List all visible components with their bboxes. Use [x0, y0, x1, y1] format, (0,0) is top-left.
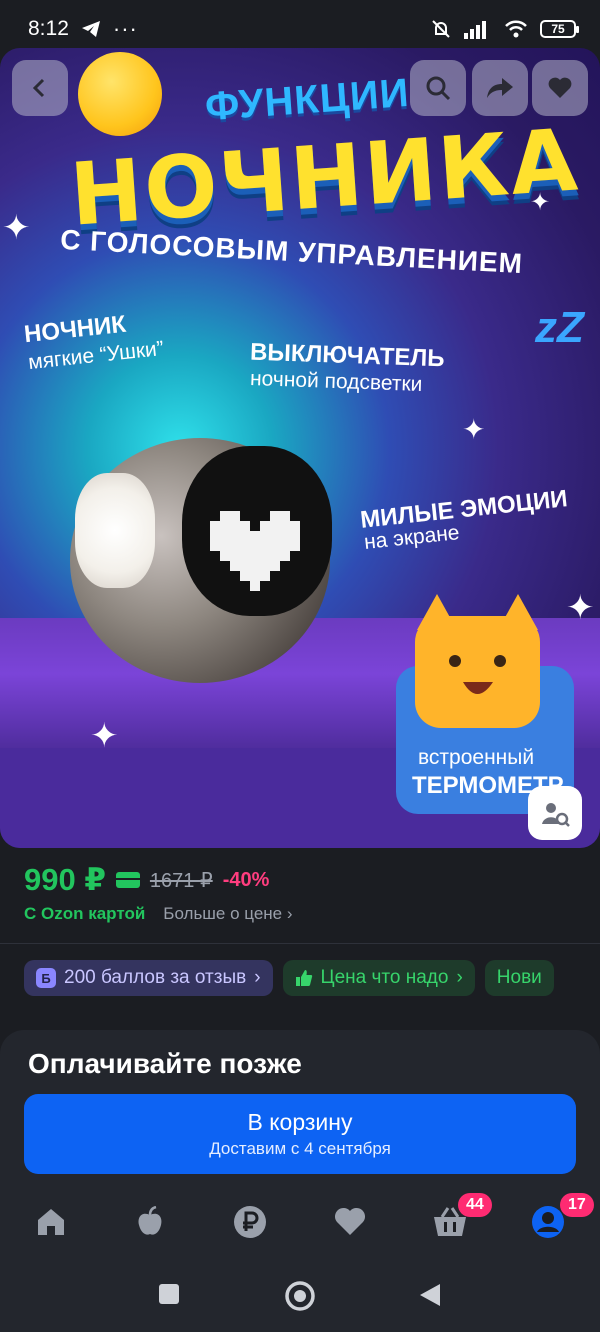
signal-icon	[464, 21, 486, 39]
system-navigation	[0, 1262, 600, 1332]
add-to-cart-label: В корзину	[247, 1109, 353, 1135]
battery-indicator: 75	[540, 20, 579, 38]
mute-icon	[432, 20, 450, 38]
nav-finance[interactable]	[230, 1202, 270, 1242]
more-notifications-icon: ···	[112, 16, 138, 41]
chip-review-points[interactable]: Б 200 баллов за отзыв ›	[24, 960, 273, 996]
home-icon	[38, 1209, 64, 1235]
fruit-icon	[138, 1206, 162, 1235]
bottom-navigation: 44 17	[0, 1190, 600, 1260]
cart-count-badge: 44	[458, 1193, 492, 1217]
ozon-card-label: С Ozon картой	[24, 904, 146, 923]
sparkle-icon: ✦	[462, 414, 486, 445]
share-arrow-icon	[487, 78, 513, 98]
nav-favorites[interactable]	[330, 1202, 370, 1242]
chevron-left-icon	[32, 78, 45, 98]
search-button[interactable]	[410, 60, 466, 116]
more-about-price-link[interactable]: Больше о цене ›	[163, 904, 292, 924]
chip-new[interactable]: Нови	[484, 960, 554, 996]
thumbs-up-icon	[295, 970, 312, 986]
recents-button[interactable]	[157, 1282, 181, 1311]
triangle-back-icon	[420, 1284, 440, 1306]
hero-title-line2: НОЧНИКА	[67, 110, 583, 246]
circle-icon	[285, 1281, 315, 1311]
points-icon: Б	[36, 968, 56, 988]
delivery-date: Доставим с 4 сентября	[209, 1139, 391, 1158]
telegram-icon	[81, 21, 100, 37]
sleep-zzz-decoration: zZ	[535, 303, 584, 352]
chip-good-price[interactable]: Цена что надо ›	[282, 960, 475, 996]
share-button[interactable]	[472, 60, 528, 116]
emoji-face-decoration	[78, 52, 162, 136]
nav-fresh[interactable]	[130, 1202, 170, 1242]
status-time: 8:12	[28, 17, 69, 40]
wifi-icon	[505, 20, 527, 38]
product-image[interactable]: ФУНКЦИИ НОЧНИКА С ГОЛОСОВЫМ УПРАВЛЕНИЕМ …	[0, 48, 600, 848]
chevron-right-icon: ›	[254, 967, 261, 988]
promo-chips: Б 200 баллов за отзыв › Цена что надо › …	[24, 960, 554, 996]
ruble-icon	[234, 1206, 266, 1238]
sparkle-icon: ✦	[90, 717, 119, 755]
heart-icon	[334, 1207, 366, 1235]
card-icon	[115, 872, 140, 888]
discount-badge: -40%	[222, 868, 270, 891]
price-row: 990 ₽ 1671 ₽ -40%	[24, 862, 269, 898]
price-details-row[interactable]: С Ozon картой Больше о цене ›	[24, 904, 293, 924]
search-icon	[426, 76, 451, 101]
back-button[interactable]	[12, 60, 68, 116]
favorite-button[interactable]	[532, 60, 588, 116]
sparkle-icon: ✦	[566, 589, 595, 627]
pixel-heart-icon	[210, 511, 300, 591]
sparkle-icon: ✦	[2, 209, 31, 247]
square-icon	[159, 1284, 179, 1304]
nav-home[interactable]	[31, 1202, 71, 1242]
callout-switch-sub: ночной подсветки	[249, 366, 423, 397]
home-system-button[interactable]	[284, 1280, 316, 1317]
back-system-button[interactable]	[418, 1282, 442, 1313]
heart-icon	[548, 77, 572, 98]
add-to-cart-button[interactable]: В корзину Доставим с 4 сентября	[24, 1094, 576, 1174]
image-search-icon	[542, 803, 570, 827]
profile-notification-badge: 17	[560, 1193, 594, 1217]
divider	[0, 943, 600, 944]
current-price: 990 ₽	[24, 862, 106, 897]
profile-icon	[532, 1206, 564, 1238]
pay-later-heading[interactable]: Оплачивайте позже	[28, 1048, 302, 1080]
old-price: 1671 ₽	[149, 869, 213, 892]
chevron-right-icon: ›	[456, 967, 463, 988]
hero-subtitle: С ГОЛОСОВЫМ УПРАВЛЕНИЕМ	[59, 223, 524, 280]
callout-thermo-sub: встроенный	[418, 746, 535, 769]
sparkle-icon: ✦	[530, 189, 551, 216]
hero-title-line1: ФУНКЦИИ	[203, 70, 411, 130]
nightlight-device	[70, 438, 332, 683]
cat-face-decoration	[415, 594, 540, 728]
image-search-button[interactable]	[528, 786, 582, 840]
